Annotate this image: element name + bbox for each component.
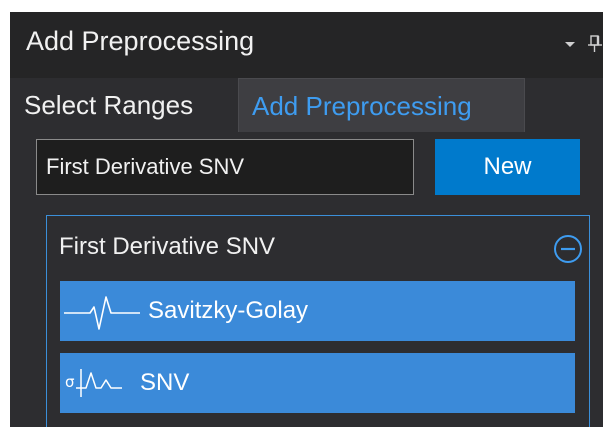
- add-preprocessing-panel: Add Preprocessing Select Ranges Add Prep…: [10, 12, 603, 427]
- chevron-down-icon[interactable]: [565, 42, 575, 47]
- preprocessing-content: New First Derivative SNV Savitzky-Golay …: [10, 132, 603, 427]
- tab-add-preprocessing[interactable]: Add Preprocessing: [238, 78, 525, 132]
- panel-title: Add Preprocessing: [26, 26, 255, 56]
- svg-text:σ: σ: [65, 373, 75, 391]
- minus-circle-icon[interactable]: [553, 234, 583, 264]
- step-label: Savitzky-Golay: [148, 297, 309, 324]
- step-item-savitzky-golay[interactable]: Savitzky-Golay: [60, 281, 575, 341]
- preprocessing-name-input[interactable]: [36, 139, 414, 195]
- pin-icon[interactable]: [588, 34, 603, 54]
- tab-select-ranges[interactable]: Select Ranges: [10, 78, 238, 132]
- step-label: SNV: [140, 369, 190, 396]
- snv-peak-icon: σ: [65, 369, 122, 397]
- group-title: First Derivative SNV: [59, 233, 276, 260]
- new-button[interactable]: New: [435, 139, 580, 195]
- derivative-wave-icon: [64, 296, 140, 330]
- panel-title-bar: Add Preprocessing: [10, 12, 603, 78]
- step-item-snv[interactable]: σ SNV: [60, 353, 575, 413]
- tab-strip: Select Ranges Add Preprocessing: [10, 78, 603, 132]
- preprocessing-group: First Derivative SNV Savitzky-Golay σ SN…: [46, 215, 590, 427]
